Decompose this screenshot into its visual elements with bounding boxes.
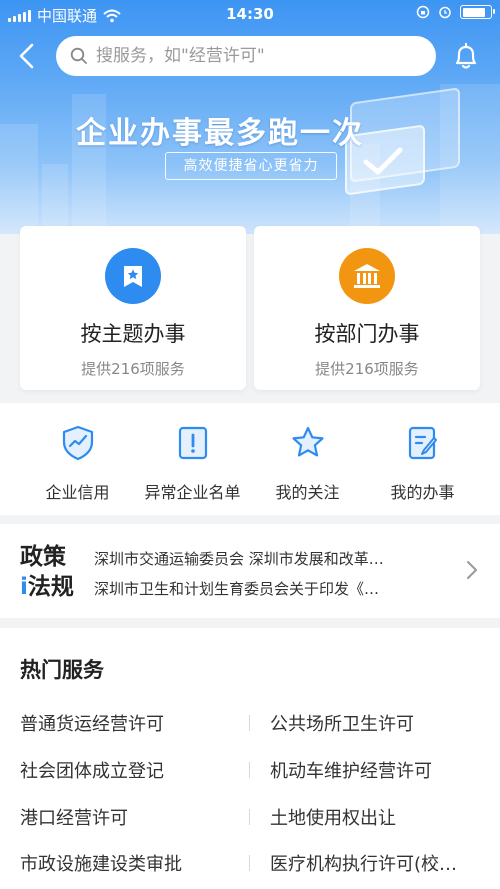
hot-service-item[interactable]: 社会团体成立登记 [20, 757, 240, 783]
quick-links: 企业信用 异常企业名单 我的关注 我的办事 [0, 403, 500, 515]
divider [249, 715, 250, 731]
card-subtitle: 提供216项服务 [81, 360, 185, 378]
banner-title: 企业办事最多跑一次 [76, 116, 364, 151]
by-topic-card[interactable]: 按主题办事 提供216项服务 [20, 226, 246, 390]
chevron-right-icon[interactable] [466, 560, 478, 580]
banner-title-wrap: 企业办事最多跑一次 [0, 108, 500, 152]
card-title: 按主题办事 [80, 322, 186, 346]
policy-logo: 政策 i法规 [20, 542, 76, 602]
divider [249, 809, 250, 825]
policy-logo-accent: i [20, 574, 28, 600]
alert-icon [178, 426, 207, 460]
card-title: 按部门办事 [314, 322, 420, 346]
hot-service-item[interactable]: 市政设施建设类审批 [20, 850, 240, 876]
top-nav [0, 34, 500, 78]
divider [249, 762, 250, 778]
hot-service-item[interactable]: 机动车维护经营许可 [270, 757, 490, 783]
bank-icon [339, 248, 395, 304]
policy-section[interactable]: 政策 i法规 深圳市交通运输委员会 深圳市发展和改革… 深圳市卫生和计划生育委员… [0, 524, 500, 618]
quick-link-label: 企业信用 [45, 483, 110, 502]
hot-service-item[interactable]: 医疗机构执行许可(校… [270, 850, 490, 876]
policy-logo-line1: 政策 [20, 544, 66, 570]
card-subtitle: 提供216项服务 [315, 360, 419, 378]
quick-link-abnormal[interactable]: 异常企业名单 [130, 423, 255, 503]
alarm-icon [439, 6, 451, 19]
status-bar: 中国联通 14:30 [0, 0, 500, 30]
hot-service-item[interactable]: 普通货运经营许可 [20, 710, 240, 736]
banner-subtitle: 高效便捷省心更省力 [165, 152, 337, 180]
quick-link-credit[interactable]: 企业信用 [15, 423, 140, 503]
badge-icon [105, 248, 161, 304]
bell-icon[interactable] [450, 40, 482, 72]
battery-icon [460, 5, 495, 19]
hot-service-item[interactable]: 土地使用权出让 [270, 804, 490, 830]
by-department-card[interactable]: 按部门办事 提供216项服务 [254, 226, 480, 390]
quick-link-my-affairs[interactable]: 我的办事 [360, 423, 485, 503]
hot-service-item[interactable]: 港口经营许可 [20, 804, 240, 830]
quick-link-favorites[interactable]: 我的关注 [245, 423, 370, 503]
hot-service-item[interactable]: 公共场所卫生许可 [270, 710, 490, 736]
rotation-lock-icon [416, 5, 430, 19]
section-title: 热门服务 [20, 658, 104, 682]
policy-item[interactable]: 深圳市卫生和计划生育委员会关于印发《… [94, 574, 440, 604]
divider [249, 855, 250, 871]
quick-link-label: 我的办事 [390, 483, 455, 502]
search-bar[interactable] [56, 36, 436, 76]
edit-icon [408, 426, 437, 460]
search-input[interactable] [96, 46, 416, 66]
quick-link-label: 我的关注 [275, 483, 340, 502]
search-icon [70, 47, 87, 64]
back-icon[interactable] [12, 40, 44, 72]
policy-item[interactable]: 深圳市交通运输委员会 深圳市发展和改革… [94, 544, 440, 574]
quick-link-label: 异常企业名单 [144, 483, 241, 502]
star-icon [291, 426, 324, 457]
shield-chart-icon [62, 425, 93, 461]
policy-logo-line2: 法规 [27, 574, 74, 600]
hot-services: 热门服务 普通货运经营许可 公共场所卫生许可 社会团体成立登记 机动车维护经营许… [0, 628, 500, 889]
